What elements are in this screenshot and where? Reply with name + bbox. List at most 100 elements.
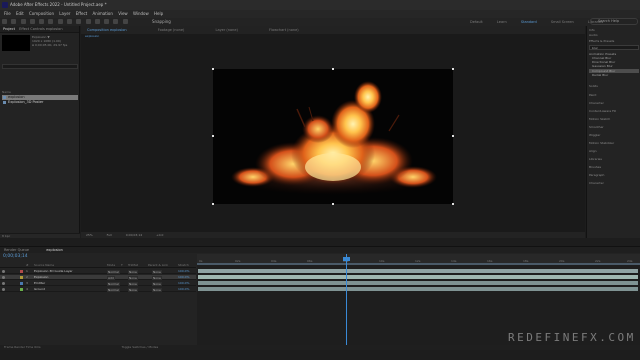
layer-trkmat-dropdown[interactable]: None bbox=[128, 287, 138, 292]
rectangle-tool-icon[interactable] bbox=[57, 19, 63, 24]
effects-presets-panel-tab[interactable]: Effects & Presets bbox=[589, 39, 639, 43]
snapping-toggle[interactable]: Snapping bbox=[152, 18, 171, 26]
effects-search-input[interactable]: blur bbox=[589, 45, 639, 50]
eraser-tool-icon[interactable] bbox=[104, 19, 110, 24]
smoother-panel-tab[interactable]: Smoother bbox=[589, 125, 639, 129]
resize-handle[interactable] bbox=[212, 203, 214, 205]
toggle-switches-modes[interactable]: Toggle Switches / Modes bbox=[122, 345, 159, 349]
layer-stretch-value[interactable]: 100.0% bbox=[178, 281, 189, 286]
layer-name[interactable]: Emitter bbox=[34, 281, 45, 286]
tab-flowchart[interactable]: Flowchart (none) bbox=[269, 26, 299, 34]
visibility-eye-icon[interactable] bbox=[2, 276, 5, 279]
bit-depth-label[interactable]: 8 bpc bbox=[2, 234, 10, 238]
align-panel-tab[interactable]: Align bbox=[589, 149, 639, 153]
tab-footage[interactable]: Footage (none) bbox=[158, 26, 185, 34]
layer-duration-bar[interactable] bbox=[198, 275, 638, 279]
viewer-timecode[interactable]: 0;00;03;14 bbox=[126, 232, 142, 238]
col-source-name[interactable]: Source Name bbox=[34, 263, 54, 268]
resize-handle[interactable] bbox=[212, 68, 214, 70]
layer-trkmat-dropdown[interactable]: None bbox=[128, 281, 138, 286]
label-color-swatch[interactable] bbox=[20, 282, 23, 285]
layer-parent-dropdown[interactable]: None bbox=[152, 275, 162, 280]
character-panel-tab[interactable]: Character bbox=[589, 181, 639, 185]
paint-panel-tab[interactable]: Paint bbox=[589, 93, 639, 97]
layer-row[interactable]: 1 Explosion 3D Guide Layer Normal None N… bbox=[0, 269, 196, 274]
selection-tool-icon[interactable] bbox=[11, 19, 17, 24]
playhead-line[interactable] bbox=[346, 254, 347, 349]
layer-parent-dropdown[interactable]: None bbox=[152, 287, 162, 292]
layer-name[interactable]: Explosion 3D Guide Layer bbox=[34, 269, 73, 274]
workspace-small-screen[interactable]: Small Screen bbox=[551, 18, 574, 26]
tab-explosion-comp[interactable]: explosion bbox=[46, 247, 63, 253]
clone-stamp-tool-icon[interactable] bbox=[94, 19, 100, 24]
pen-tool-icon[interactable] bbox=[66, 19, 72, 24]
menu-effect[interactable]: Effect bbox=[76, 10, 88, 18]
layer-name[interactable]: Explosion bbox=[34, 275, 48, 280]
visibility-eye-icon[interactable] bbox=[2, 282, 5, 285]
layer-row[interactable]: 3 Emitter Normal None None 100.0% bbox=[0, 281, 196, 286]
hand-tool-icon[interactable] bbox=[20, 19, 26, 24]
workspace-learn[interactable]: Learn bbox=[497, 18, 507, 26]
layer-name[interactable]: Ground bbox=[34, 287, 45, 292]
label-color-swatch[interactable] bbox=[20, 288, 23, 291]
layer-row[interactable]: 4 Ground Normal None None 100.0% bbox=[0, 287, 196, 292]
comp-breadcrumb[interactable]: explosion bbox=[85, 34, 99, 38]
layer-mode-dropdown[interactable]: Normal bbox=[107, 287, 120, 292]
effects-list-item[interactable]: Gaussian Blur bbox=[589, 64, 639, 68]
work-area-bar[interactable] bbox=[197, 263, 640, 265]
libraries-panel-tab[interactable]: Libraries bbox=[589, 157, 639, 161]
label-color-swatch[interactable] bbox=[20, 276, 23, 279]
layer-duration-bar[interactable] bbox=[198, 287, 638, 291]
resize-handle[interactable] bbox=[452, 68, 454, 70]
resize-handle[interactable] bbox=[452, 203, 454, 205]
effects-list-item[interactable]: Radial Blur bbox=[589, 73, 639, 77]
project-search-input[interactable] bbox=[2, 64, 78, 69]
paragraph-panel-tab[interactable]: Paragraph bbox=[589, 173, 639, 177]
menu-window[interactable]: Window bbox=[133, 10, 149, 18]
resolution-dropdown[interactable]: Full bbox=[107, 232, 112, 238]
layer-duration-bar[interactable] bbox=[198, 281, 638, 285]
motion-sketch-panel-tab[interactable]: Motion Sketch bbox=[589, 117, 639, 121]
composition-frame[interactable] bbox=[212, 68, 454, 205]
exposure-value[interactable]: +0.0 bbox=[156, 232, 163, 238]
visibility-eye-icon[interactable] bbox=[2, 288, 5, 291]
resize-handle[interactable] bbox=[332, 68, 334, 70]
resize-handle[interactable] bbox=[452, 135, 454, 137]
menu-animation[interactable]: Animation bbox=[93, 10, 113, 18]
character-panel-tab[interactable]: Character bbox=[589, 101, 639, 105]
menu-help[interactable]: Help bbox=[154, 10, 163, 18]
layer-stretch-value[interactable]: 100.0% bbox=[178, 269, 189, 274]
tab-effect-controls[interactable]: Effect Controls explosion bbox=[19, 26, 62, 33]
type-tool-icon[interactable] bbox=[76, 19, 82, 24]
layer-stretch-value[interactable]: 100.0% bbox=[178, 287, 189, 292]
wiggler-panel-tab[interactable]: Wiggler bbox=[589, 133, 639, 137]
roto-brush-tool-icon[interactable] bbox=[113, 19, 119, 24]
orbit-tool-icon[interactable] bbox=[39, 19, 45, 24]
magnification-dropdown[interactable]: 25% bbox=[86, 232, 93, 238]
home-icon[interactable] bbox=[2, 19, 7, 24]
tab-layer[interactable]: Layer (none) bbox=[216, 26, 238, 34]
zoom-tool-icon[interactable] bbox=[29, 19, 35, 24]
menu-composition[interactable]: Composition bbox=[29, 10, 54, 18]
visibility-eye-icon[interactable] bbox=[2, 270, 5, 273]
motion-stabilizer-panel-tab[interactable]: Motion Stabilizer bbox=[589, 141, 639, 145]
project-item[interactable]: Explosion_3D Poster bbox=[2, 100, 78, 105]
layer-mode-dropdown[interactable]: Normal bbox=[107, 269, 120, 274]
menu-layer[interactable]: Layer bbox=[59, 10, 70, 18]
resize-handle[interactable] bbox=[212, 135, 214, 137]
layer-trkmat-dropdown[interactable]: None bbox=[128, 269, 138, 274]
tab-render-queue[interactable]: Render Queue bbox=[4, 247, 29, 253]
layer-mode-dropdown[interactable]: Add bbox=[107, 275, 115, 280]
search-help-field[interactable]: Search Help bbox=[590, 18, 638, 25]
current-time-display[interactable]: 0;00;03;14 bbox=[3, 254, 28, 259]
info-panel-tab[interactable]: Info bbox=[589, 28, 639, 32]
workspace-default[interactable]: Default bbox=[470, 18, 483, 26]
audio-panel-tab[interactable]: Audio bbox=[589, 33, 639, 37]
workspace-standard[interactable]: Standard bbox=[521, 18, 537, 26]
layer-parent-dropdown[interactable]: None bbox=[152, 269, 162, 274]
layer-parent-dropdown[interactable]: None bbox=[152, 281, 162, 286]
resize-handle[interactable] bbox=[332, 203, 334, 205]
time-ruler[interactable]: 0s 02s 04s 06s 08s 10s 12s 14s 16s 18s 2… bbox=[197, 254, 640, 263]
menu-file[interactable]: File bbox=[4, 10, 11, 18]
content-aware-fill-panel-tab[interactable]: Content-Aware Fill bbox=[589, 109, 639, 113]
